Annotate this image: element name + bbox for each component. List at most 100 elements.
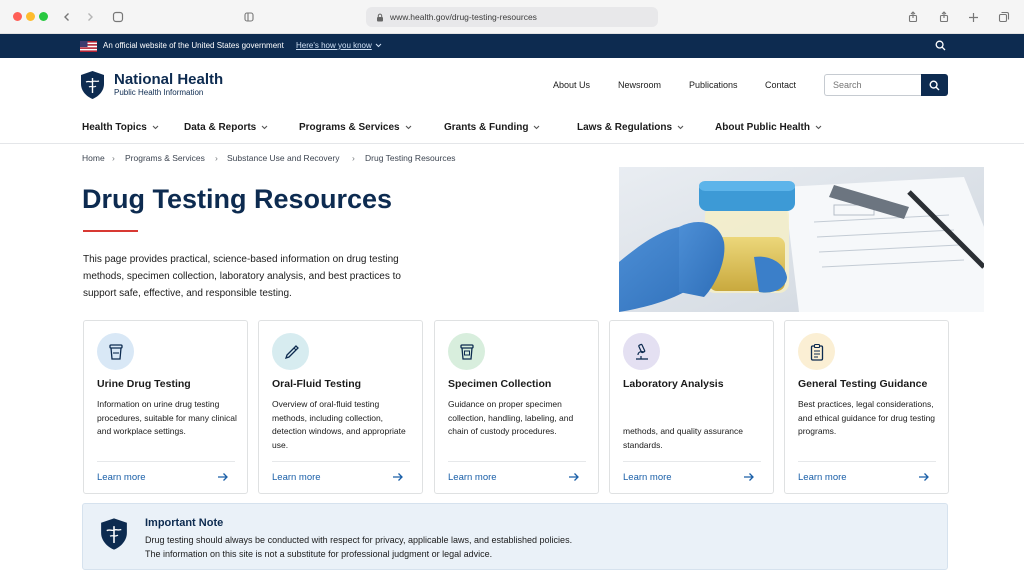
card-title: General Testing Guidance <box>798 378 928 390</box>
arrow-right-icon[interactable] <box>743 471 755 483</box>
nav-label: Programs & Services <box>299 122 400 133</box>
card-divider <box>623 461 761 462</box>
note-line-1: Drug testing should always be conducted … <box>145 535 573 545</box>
card-icon-circle <box>798 333 835 370</box>
card-icon-circle <box>623 333 660 370</box>
search-icon <box>935 40 946 51</box>
banner-search-button[interactable] <box>935 40 946 53</box>
chevron-down-icon <box>261 125 268 130</box>
breadcrumb-substance-use[interactable]: Substance Use and Recovery <box>227 153 339 163</box>
microscope-icon <box>635 343 648 360</box>
nav-label: Grants & Funding <box>444 122 529 133</box>
arrow-right-icon[interactable] <box>217 471 229 483</box>
nav-laws-regulations[interactable]: Laws & Regulations <box>577 122 684 133</box>
breadcrumb-home[interactable]: Home <box>82 153 105 163</box>
page-title: Drug Testing Resources <box>82 184 393 214</box>
nav-label: Laws & Regulations <box>577 122 673 133</box>
learn-more-link[interactable]: Learn more <box>448 472 497 483</box>
card-divider <box>97 461 235 462</box>
nav-divider <box>0 143 1024 144</box>
chevron-right-icon: › <box>215 153 218 163</box>
tabs-overview-button[interactable] <box>995 8 1013 26</box>
tab-overview-button[interactable] <box>240 8 258 26</box>
nav-label: Data & Reports <box>184 122 257 133</box>
minimize-window-button[interactable] <box>26 12 35 21</box>
card-description: methods, and quality assurance standards… <box>623 426 744 450</box>
chevron-down-icon <box>815 125 822 130</box>
chevron-left-icon <box>64 13 69 21</box>
note-text: Drug testing should always be conducted … <box>145 533 572 561</box>
breadcrumb-current: Drug Testing Resources <box>365 153 456 163</box>
nav-programs-services[interactable]: Programs & Services <box>299 122 412 133</box>
search-input[interactable] <box>824 74 921 96</box>
site-logo[interactable] <box>80 70 105 105</box>
intro-text: This page provides practical, science-ba… <box>83 254 401 299</box>
breadcrumb-programs[interactable]: Programs & Services <box>125 153 205 163</box>
shield-privacy-icon <box>244 12 254 22</box>
learn-more-link[interactable]: Learn more <box>272 472 321 483</box>
chevron-right-icon: › <box>112 153 115 163</box>
nav-label: About Public Health <box>715 122 810 133</box>
card-divider <box>448 461 586 462</box>
forward-button[interactable] <box>81 8 99 26</box>
arrow-right-icon[interactable] <box>392 471 404 483</box>
sidebar-toggle-button[interactable] <box>109 8 127 26</box>
us-flag-icon <box>80 41 97 52</box>
card-laboratory-analysis[interactable]: Laboratory Analysis methods, and quality… <box>609 320 774 494</box>
swab-icon <box>284 344 299 359</box>
share-icon <box>908 11 918 23</box>
card-divider <box>798 461 936 462</box>
card-urine-drug-testing[interactable]: Urine Drug Testing Information on urine … <box>83 320 248 494</box>
learn-more-link[interactable]: Learn more <box>623 472 672 483</box>
nav-health-topics[interactable]: Health Topics <box>82 122 159 133</box>
chevron-down-icon <box>152 125 159 130</box>
how-you-know-label: Here's how you know <box>296 41 372 50</box>
card-specimen-collection[interactable]: Specimen Collection Guidance on proper s… <box>434 320 599 494</box>
note-title: Important Note <box>145 517 224 529</box>
search-icon <box>929 79 940 90</box>
chevron-down-icon <box>405 125 412 130</box>
nav-publications[interactable]: Publications <box>689 80 738 90</box>
chevron-right-icon: › <box>352 153 355 163</box>
new-tab-button[interactable] <box>964 8 982 26</box>
card-oral-fluid-testing[interactable]: Oral-Fluid Testing Overview of oral-flui… <box>258 320 423 494</box>
nav-about-public-health[interactable]: About Public Health <box>715 122 822 133</box>
share-button[interactable] <box>904 8 922 26</box>
nav-about-us[interactable]: About Us <box>553 80 590 90</box>
browser-toolbar: www.health.gov/drug-testing-resources <box>0 0 1024 34</box>
nav-contact[interactable]: Contact <box>765 80 796 90</box>
close-window-button[interactable] <box>13 12 22 21</box>
how-you-know-link[interactable]: Here's how you know <box>296 41 382 50</box>
nav-data-reports[interactable]: Data & Reports <box>184 122 268 133</box>
card-description: Information on urine drug testing proced… <box>97 399 237 436</box>
site-name[interactable]: National Health <box>114 71 223 88</box>
card-title: Oral-Fluid Testing <box>272 378 362 390</box>
important-note: Important Note Drug testing should alway… <box>82 503 948 570</box>
note-line-2: The information on this site is not a su… <box>145 549 493 559</box>
nav-grants-funding[interactable]: Grants & Funding <box>444 122 540 133</box>
card-description: Best practices, legal considerations, an… <box>798 399 936 436</box>
clipboard-icon <box>810 343 823 361</box>
learn-more-link[interactable]: Learn more <box>97 472 146 483</box>
search-button[interactable] <box>921 74 948 96</box>
nav-newsroom[interactable]: Newsroom <box>618 80 661 90</box>
plus-icon <box>968 12 978 22</box>
upload-button[interactable] <box>935 8 953 26</box>
card-icon-circle <box>97 333 134 370</box>
learn-more-link[interactable]: Learn more <box>798 472 847 483</box>
lock-icon <box>376 13 384 22</box>
back-button[interactable] <box>58 8 76 26</box>
card-icon-circle <box>272 333 309 370</box>
shield-logo-icon <box>81 71 104 99</box>
zoom-window-button[interactable] <box>39 12 48 21</box>
shield-logo-icon <box>101 518 127 550</box>
arrow-right-icon[interactable] <box>568 471 580 483</box>
url-text: www.health.gov/drug-testing-resources <box>390 12 537 22</box>
upload-icon <box>939 11 949 23</box>
site-tagline: Public Health Information <box>114 88 204 97</box>
card-general-testing-guidance[interactable]: General Testing Guidance Best practices,… <box>784 320 949 494</box>
card-title: Specimen Collection <box>448 378 552 390</box>
arrow-right-icon[interactable] <box>918 471 930 483</box>
address-bar[interactable]: www.health.gov/drug-testing-resources <box>366 7 658 27</box>
title-accent-rule <box>83 230 138 232</box>
